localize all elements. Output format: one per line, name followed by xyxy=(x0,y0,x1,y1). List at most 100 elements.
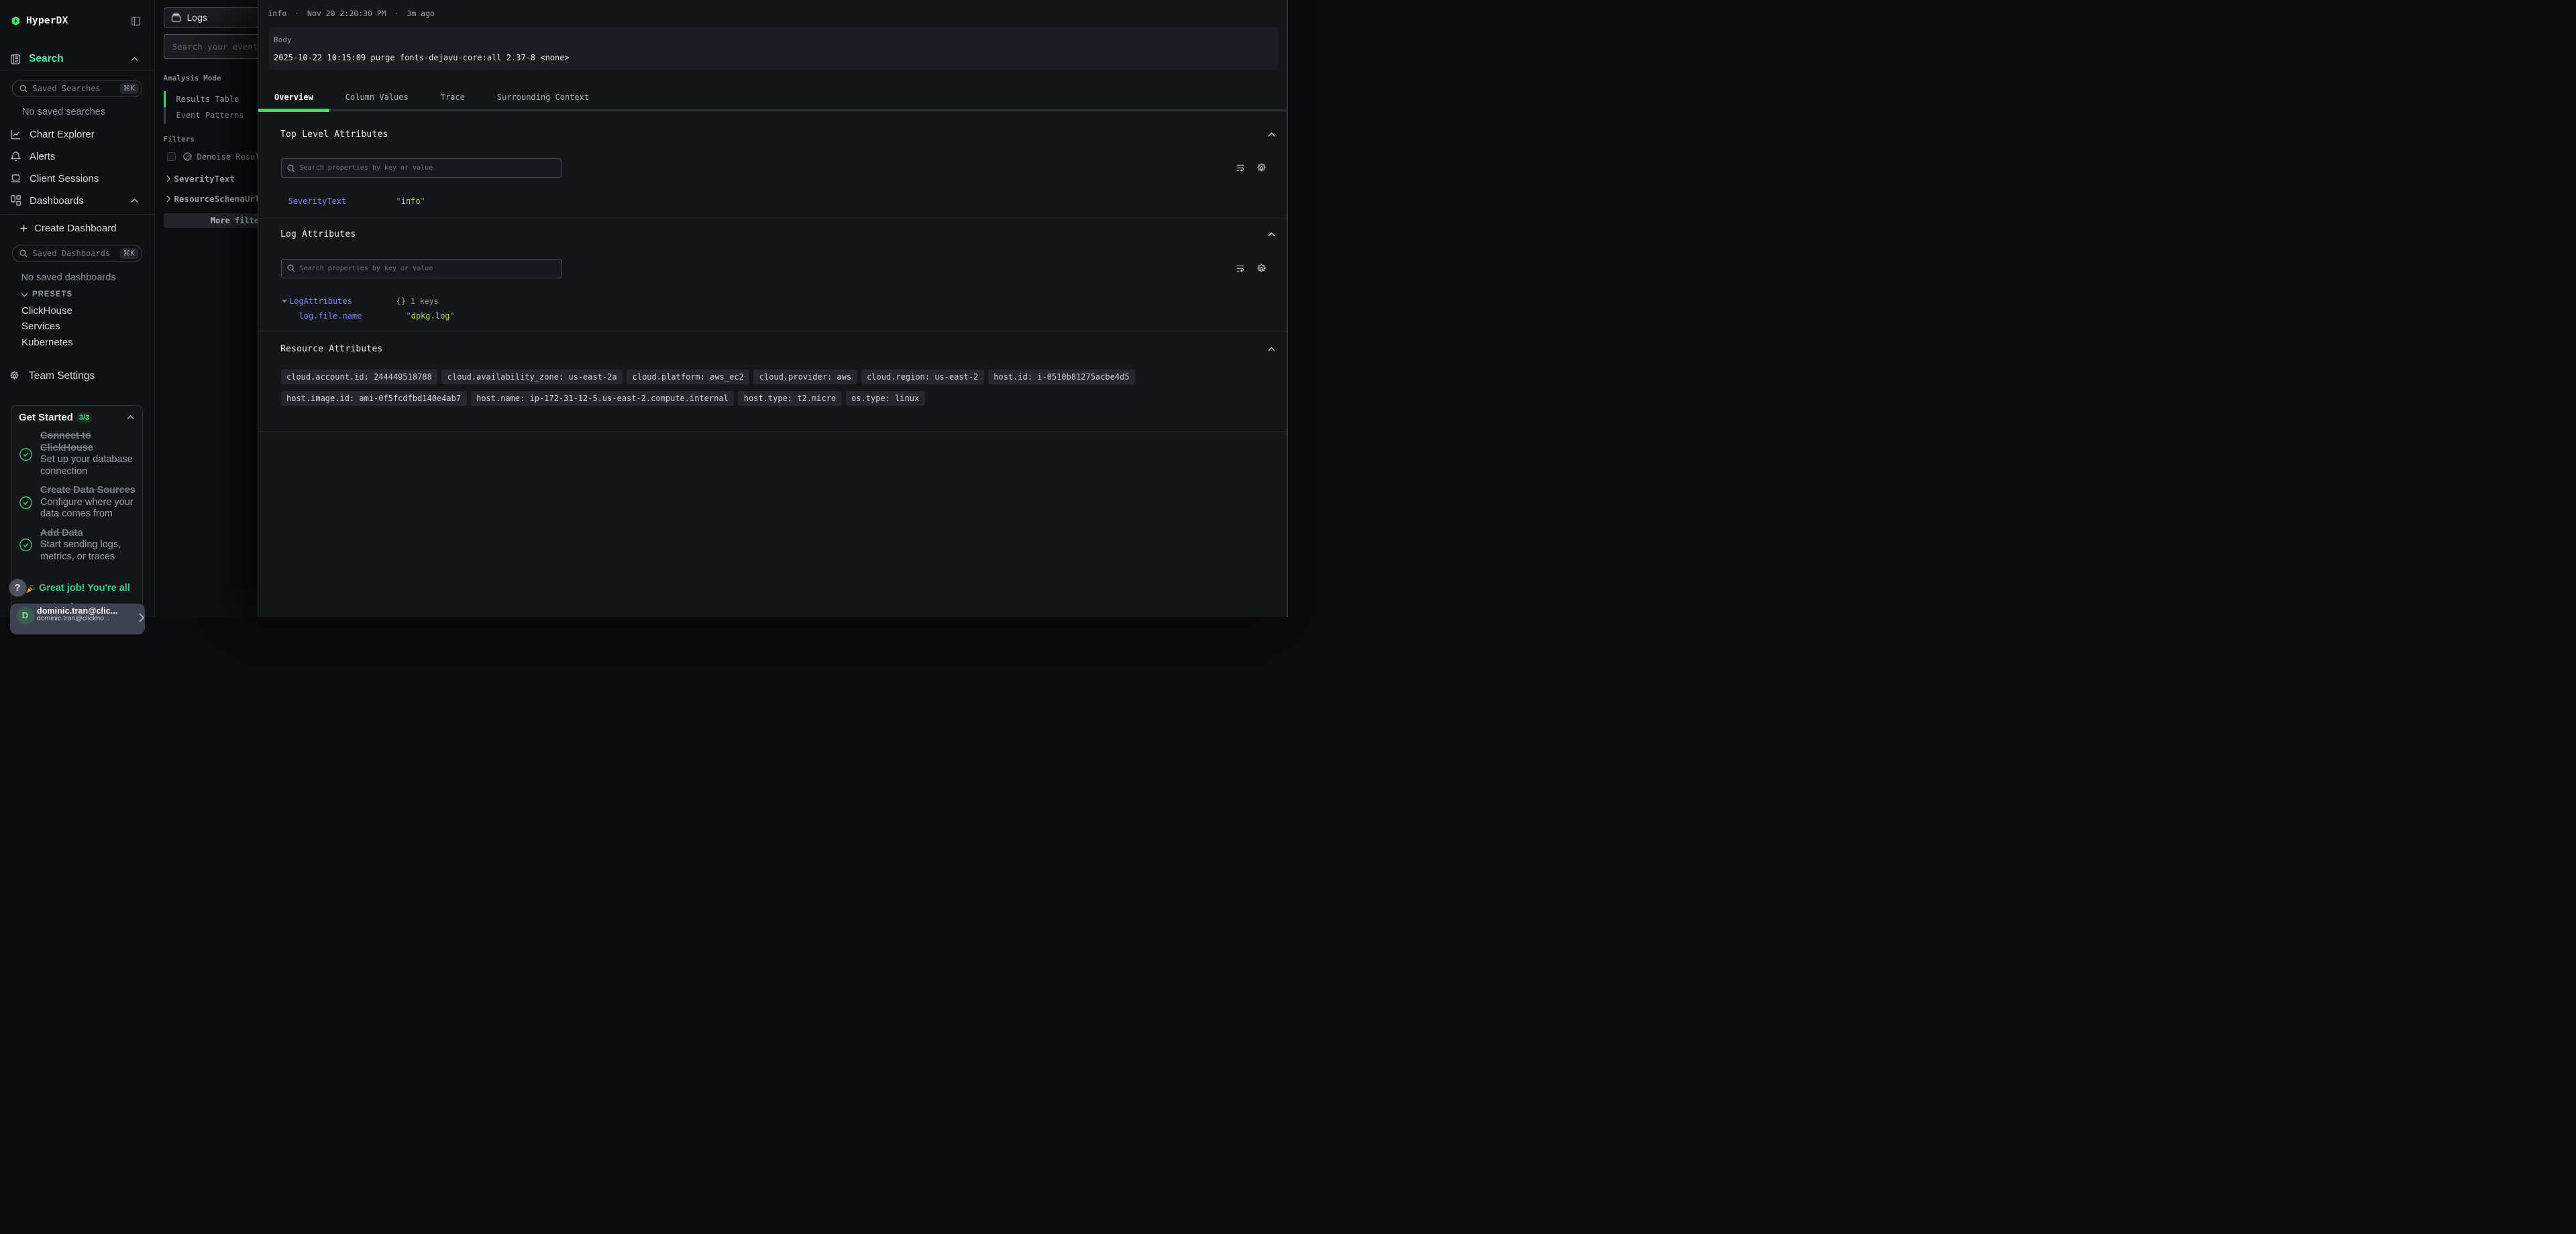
resource-attribute-chips: cloud.account.id: 244449518788 cloud.ava… xyxy=(281,370,1276,406)
section-divider xyxy=(258,218,1287,219)
resource-chip[interactable]: host.type: t2.micro xyxy=(738,391,841,406)
resource-chip[interactable]: host.name: ip-172-31-12-5.us-east-2.comp… xyxy=(471,391,735,406)
sidebar-item-alerts[interactable]: Alerts xyxy=(0,146,154,168)
saved-dashboards-shortcut: ⌘K xyxy=(120,248,138,259)
attribute-value[interactable]: "info" xyxy=(396,197,425,206)
attribute-group-meta: {} 1 keys xyxy=(396,296,439,306)
dot-separator: · xyxy=(394,9,399,18)
preset-label: ClickHouse xyxy=(21,305,72,317)
presets-label: PRESETS xyxy=(32,290,72,298)
wrap-lines-icon[interactable] xyxy=(1236,265,1244,272)
sidebar-item-label: Client Sessions xyxy=(30,173,99,184)
gear-icon xyxy=(9,371,19,381)
chevron-up-icon[interactable] xyxy=(127,415,134,420)
tab-trace[interactable]: Trace xyxy=(425,93,481,109)
mode-rail-active xyxy=(164,91,166,108)
sidebar-item-label: Dashboards xyxy=(30,195,84,207)
log-attributes-search-input[interactable]: Search properties by key or value xyxy=(281,259,561,278)
saved-dashboards-input[interactable]: Saved Dashboards ⌘K xyxy=(12,245,143,262)
chevron-up-icon[interactable] xyxy=(1268,132,1275,137)
attribute-row[interactable]: SeverityText "info" xyxy=(288,197,1287,206)
gear-icon[interactable] xyxy=(1256,264,1267,274)
denoise-checkbox[interactable] xyxy=(167,152,176,161)
sidebar-item-dashboards[interactable]: Dashboards xyxy=(0,190,154,212)
event-header: info · Nov 20 2:20:30 PM · 3m ago xyxy=(268,9,1287,18)
presets-toggle[interactable]: PRESETS xyxy=(21,288,154,301)
sidebar-item-search[interactable]: Search xyxy=(11,49,138,69)
get-started-item[interactable]: Connect to ClickHouse Set up your databa… xyxy=(18,431,140,478)
source-selector-label: Logs xyxy=(187,12,207,23)
laptop-icon xyxy=(11,174,21,183)
get-started-item-desc: Set up your database connection xyxy=(40,454,140,478)
saved-searches-placeholder: Saved Searches xyxy=(33,84,101,93)
preset-item-kubernetes[interactable]: Kubernetes xyxy=(0,335,154,351)
chevron-up-icon[interactable] xyxy=(131,57,138,62)
attribute-row[interactable]: log.file.name "dpkg.log" xyxy=(299,311,1287,321)
resource-chip[interactable]: os.type: linux xyxy=(846,391,925,406)
sidebar-item-client-sessions[interactable]: Client Sessions xyxy=(0,168,154,190)
sidebar-item-label: Alerts xyxy=(30,151,55,162)
tab-overview[interactable]: Overview xyxy=(258,93,329,109)
saved-dashboards-placeholder: Saved Dashboards xyxy=(33,249,111,258)
create-dashboard-button[interactable]: Create Dashboard xyxy=(20,221,154,237)
search-icon xyxy=(19,249,28,258)
layout-dashboard-icon xyxy=(11,195,21,206)
resource-chip[interactable]: cloud.account.id: 244449518788 xyxy=(281,370,438,384)
create-dashboard-label: Create Dashboard xyxy=(34,223,117,234)
get-started-item[interactable]: Add Data Start sending logs, metrics, or… xyxy=(18,528,140,563)
resource-chip[interactable]: cloud.platform: aws_ec2 xyxy=(627,370,749,384)
get-started-card: Get Started 3/3 Connect to ClickHouse Se… xyxy=(11,405,143,630)
check-circle-icon xyxy=(19,539,32,551)
section-title: Top Level Attributes xyxy=(280,129,388,139)
attribute-value[interactable]: "dpkg.log" xyxy=(407,311,455,321)
preset-item-clickhouse[interactable]: ClickHouse xyxy=(0,303,154,319)
get-started-footer-text: Great job! You're all xyxy=(39,583,130,594)
resource-chip[interactable]: cloud.availability_zone: us-east-2a xyxy=(441,370,623,384)
gear-icon[interactable] xyxy=(1256,163,1267,173)
chevron-up-icon[interactable] xyxy=(1268,347,1275,351)
no-saved-searches-text: No saved searches xyxy=(22,107,154,117)
resource-chip[interactable]: cloud.provider: aws xyxy=(753,370,857,384)
avatar: D xyxy=(17,607,34,624)
chevron-down-icon xyxy=(21,292,28,297)
event-relative-time: 3m ago xyxy=(407,9,435,18)
attribute-group-key[interactable]: LogAttributes xyxy=(289,296,396,306)
section-title: Log Attributes xyxy=(280,229,356,239)
top-level-attributes-search-input[interactable]: Search properties by key or value xyxy=(281,158,561,178)
sidebar-collapse-button[interactable] xyxy=(131,17,140,25)
tab-surrounding-context[interactable]: Surrounding Context xyxy=(481,93,605,109)
chevron-up-icon[interactable] xyxy=(131,199,138,203)
user-menu[interactable]: D dominic.tran@clic... dominic.tran@clic… xyxy=(10,604,145,634)
get-started-item-title: Create Data Sources xyxy=(40,485,140,497)
tab-column-values[interactable]: Column Values xyxy=(329,93,425,109)
top-level-attributes-header: Top Level Attributes xyxy=(280,129,1275,139)
get-started-item-title: Connect to ClickHouse xyxy=(40,431,140,454)
search-icon xyxy=(19,85,28,93)
search-section-label: Search xyxy=(29,53,64,65)
attribute-group-row[interactable]: LogAttributes {} 1 keys xyxy=(282,296,1287,306)
saved-searches-input[interactable]: Saved Searches ⌘K xyxy=(12,80,143,97)
resource-chip[interactable]: cloud.region: us-east-2 xyxy=(861,370,984,384)
get-started-item-title: Add Data xyxy=(40,528,140,540)
help-button[interactable]: ? xyxy=(9,579,27,597)
attribute-key[interactable]: SeverityText xyxy=(288,197,396,206)
resource-chip[interactable]: host.id: i-0510b81275acbe4d5 xyxy=(988,370,1135,384)
team-settings-button[interactable]: Team Settings xyxy=(9,366,154,386)
wrap-lines-icon[interactable] xyxy=(1236,164,1244,172)
get-started-title: Get Started xyxy=(19,412,73,423)
sidebar-item-chart-explorer[interactable]: Chart Explorer xyxy=(0,123,154,146)
team-settings-label: Team Settings xyxy=(29,370,95,382)
resource-chip[interactable]: host.image.id: ami-0f5fcdfbd140e4ab7 xyxy=(281,391,467,406)
caret-down-icon[interactable] xyxy=(282,299,287,303)
body-text: 2025-10-22 10:15:09 purge fonts-dejavu-c… xyxy=(274,53,1271,62)
attribute-key[interactable]: log.file.name xyxy=(299,311,407,321)
section-title: Resource Attributes xyxy=(280,344,383,354)
avatar-initial: D xyxy=(22,610,28,620)
chevron-up-icon[interactable] xyxy=(1268,232,1275,237)
get-started-footer: Great job! You're all xyxy=(18,583,140,594)
get-started-item[interactable]: Create Data Sources Configure where your… xyxy=(18,485,140,520)
sidebar-divider xyxy=(0,214,154,215)
preset-item-services[interactable]: Services xyxy=(0,319,154,335)
keys-count: 1 keys xyxy=(411,296,439,306)
app-logo: HyperDX xyxy=(11,8,140,34)
